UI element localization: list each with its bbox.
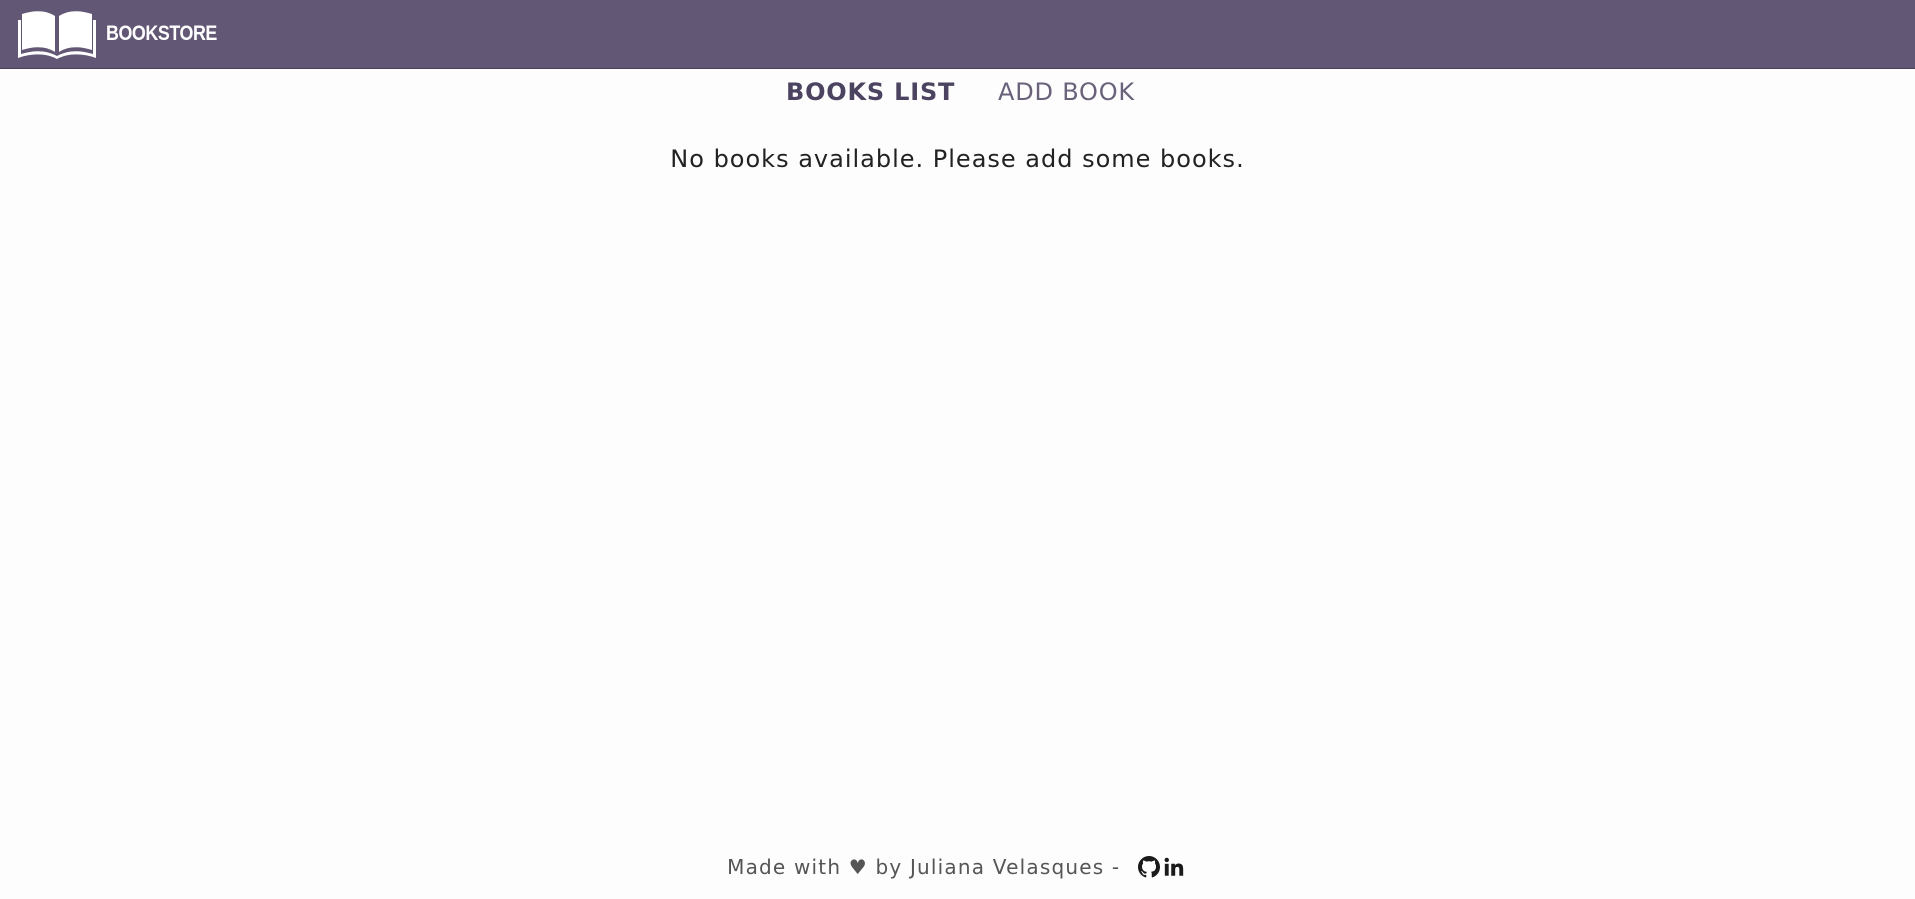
footer-credit: Made with ♥ by Juliana Velasques - <box>727 855 1128 879</box>
social-links <box>1137 856 1188 878</box>
nav-add-book[interactable]: ADD BOOK <box>998 78 1135 106</box>
footer: Made with ♥ by Juliana Velasques - <box>0 855 1915 879</box>
github-icon[interactable] <box>1137 856 1160 878</box>
main-nav: BOOKS LIST ADD BOOK <box>0 78 1915 110</box>
brand-logo[interactable]: BOOKSTORE <box>16 8 236 60</box>
linkedin-icon[interactable] <box>1163 856 1185 878</box>
nav-books-list[interactable]: BOOKS LIST <box>786 78 955 106</box>
open-book-icon <box>16 8 98 60</box>
app-header: BOOKSTORE <box>0 0 1915 69</box>
brand-name: BOOKSTORE <box>106 22 217 45</box>
empty-state-message: No books available. Please add some book… <box>670 145 1245 173</box>
